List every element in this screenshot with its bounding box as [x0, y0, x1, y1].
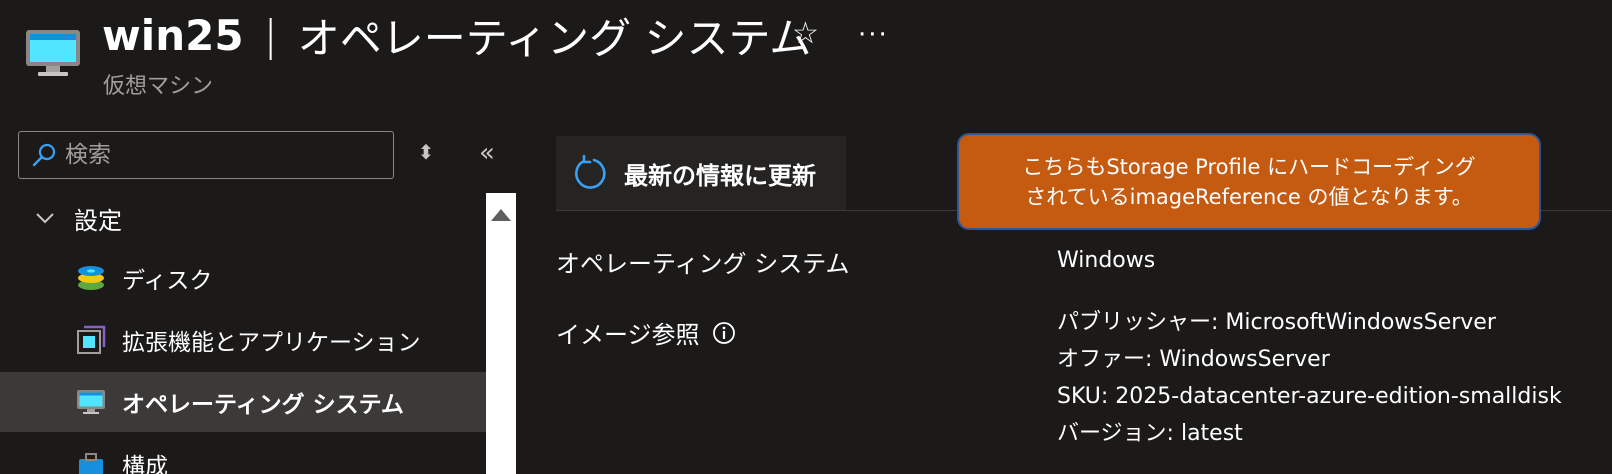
os-property-value: Windows	[1057, 248, 1156, 273]
sidebar-item-label: ディスク	[122, 268, 213, 294]
search-box[interactable]	[18, 131, 394, 179]
annotation-callout: こちらもStorage Profile にハードコーディング されているimag…	[957, 133, 1541, 230]
os-property-label: オペレーティング システム	[556, 250, 850, 278]
image-reference-label-row: イメージ参照	[556, 315, 736, 350]
refresh-icon	[575, 155, 606, 189]
search-input[interactable]	[65, 142, 365, 168]
nav-group-label: 設定	[74, 206, 122, 235]
image-reference-label: イメージ参照	[556, 321, 700, 349]
sidebar-item-configuration[interactable]: 構成	[0, 434, 486, 474]
info-icon[interactable]	[712, 321, 736, 345]
sidebar-item-label: 拡張機能とアプリケーション	[122, 330, 421, 356]
image-sku: SKU: 2025-datacenter-azure-edition-small…	[1057, 384, 1562, 409]
collapse-sidebar-icon[interactable]: «	[472, 138, 502, 168]
callout-line-2: されているimageReference の値となります。	[1025, 184, 1473, 209]
blade-title: オペレーティング システム	[297, 13, 812, 63]
monitor-icon	[77, 390, 105, 414]
sidebar-item-operating-system[interactable]: オペレーティング システム	[0, 372, 486, 432]
sort-toggle-icon[interactable]: ⬍	[414, 140, 438, 170]
page-title: win25 | オペレーティング システム	[102, 6, 811, 64]
more-options-icon[interactable]: ···	[858, 20, 889, 50]
sidebar-item-label: オペレーティング システム	[122, 392, 404, 418]
disk-icon	[78, 266, 104, 290]
nav-group-settings[interactable]: 設定	[0, 190, 486, 246]
favorite-star-icon[interactable]: ☆	[792, 16, 819, 51]
resource-type-subtitle: 仮想マシン	[103, 74, 214, 99]
image-reference-values: パブリッシャー: MicrosoftWindowsServer オファー: Wi…	[1057, 304, 1562, 452]
chevron-down-icon	[36, 213, 54, 224]
extensions-icon	[77, 325, 106, 354]
refresh-button[interactable]: 最新の情報に更新	[556, 136, 846, 210]
sidebar-nav: 設定 ディスク 拡張機能とアプリケーション オペレーティング システム 構成	[0, 190, 486, 474]
sidebar-item-label: 構成	[122, 454, 168, 474]
scroll-up-arrow-icon[interactable]	[491, 209, 511, 221]
sidebar-scrollbar[interactable]	[486, 193, 516, 474]
virtual-machine-icon	[24, 28, 82, 78]
config-icon	[79, 453, 103, 474]
image-publisher: パブリッシャー: MicrosoftWindowsServer	[1057, 310, 1496, 335]
sidebar-item-extensions[interactable]: 拡張機能とアプリケーション	[0, 310, 486, 370]
title-separator: |	[263, 10, 278, 60]
vm-name: win25	[102, 10, 244, 60]
callout-line-1: こちらもStorage Profile にハードコーディング	[1022, 154, 1476, 179]
image-offer: オファー: WindowsServer	[1057, 347, 1330, 372]
search-icon	[32, 143, 56, 167]
image-version: バージョン: latest	[1057, 421, 1243, 446]
refresh-button-label: 最新の情報に更新	[624, 161, 816, 190]
sidebar-item-disks[interactable]: ディスク	[0, 248, 486, 308]
